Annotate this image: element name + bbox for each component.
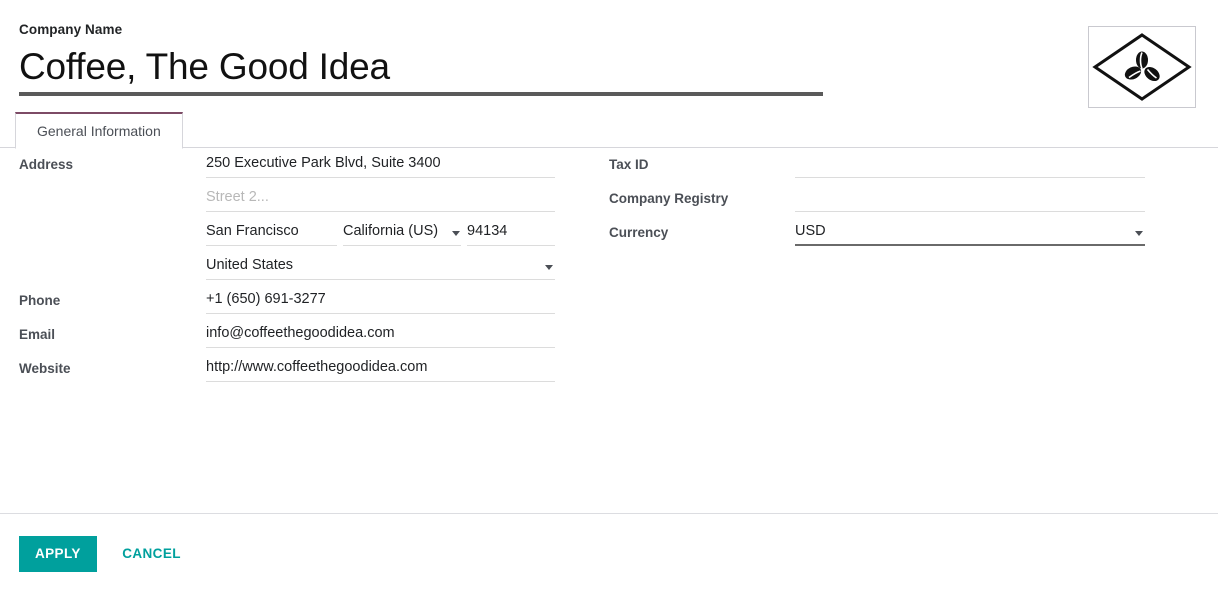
company-name-input[interactable]: Coffee, The Good Idea <box>19 44 823 90</box>
coffee-beans-diamond-logo-icon <box>1092 33 1192 101</box>
website-label: Website <box>19 361 71 376</box>
tab-bar: General Information <box>0 112 1218 149</box>
city-input[interactable]: San Francisco <box>206 220 337 246</box>
street1-input[interactable]: 250 Executive Park Blvd, Suite 3400 <box>206 152 555 178</box>
chevron-down-icon <box>452 231 460 236</box>
phone-label: Phone <box>19 293 61 308</box>
state-select-value: California (US) <box>343 223 439 239</box>
general-information-form: Address 250 Executive Park Blvd, Suite 3… <box>0 148 1218 466</box>
footer-actions: APPLY CANCEL <box>19 536 193 572</box>
country-row: United States <box>19 250 579 284</box>
company-name-field-wrap: Coffee, The Good Idea <box>19 44 823 96</box>
street2-row: Street 2... <box>19 182 579 216</box>
chevron-down-icon <box>1135 231 1143 236</box>
form-column-left: Address 250 Executive Park Blvd, Suite 3… <box>19 148 579 386</box>
state-select[interactable]: California (US) <box>343 220 461 246</box>
footer-divider <box>0 513 1218 514</box>
email-input[interactable]: info@coffeethegoodidea.com <box>206 322 555 348</box>
email-label: Email <box>19 327 56 342</box>
phone-input[interactable]: +1 (650) 691-3277 <box>206 288 555 314</box>
currency-select[interactable]: USD <box>795 220 1145 246</box>
tax-id-row: Tax ID <box>609 148 1169 182</box>
currency-label: Currency <box>609 225 669 240</box>
company-registry-row: Company Registry <box>609 182 1169 216</box>
cancel-button[interactable]: CANCEL <box>110 536 193 572</box>
chevron-down-icon <box>545 265 553 270</box>
company-logo[interactable] <box>1088 26 1196 108</box>
company-registry-label: Company Registry <box>609 191 729 206</box>
city-state-zip-row: San Francisco California (US) 94134 <box>19 216 579 250</box>
tax-id-input[interactable] <box>795 152 1145 178</box>
country-select[interactable]: United States <box>206 254 555 280</box>
form-column-right: Tax ID Company Registry Currency USD <box>609 148 1169 250</box>
currency-select-value: USD <box>795 223 826 239</box>
phone-row: Phone +1 (650) 691-3277 <box>19 284 579 318</box>
email-row: Email info@coffeethegoodidea.com <box>19 318 579 352</box>
tab-general-information[interactable]: General Information <box>15 112 183 149</box>
apply-button[interactable]: APPLY <box>19 536 97 572</box>
tax-id-label: Tax ID <box>609 157 649 172</box>
address-label: Address <box>19 157 74 172</box>
country-select-value: United States <box>206 257 294 273</box>
record-header: Company Name Coffee, The Good Idea <box>0 0 1218 108</box>
street2-input[interactable]: Street 2... <box>206 186 555 212</box>
currency-row: Currency USD <box>609 216 1169 250</box>
company-registry-input[interactable] <box>795 186 1145 212</box>
address-row: Address 250 Executive Park Blvd, Suite 3… <box>19 148 579 182</box>
website-input[interactable]: http://www.coffeethegoodidea.com <box>206 356 555 382</box>
website-row: Website http://www.coffeethegoodidea.com <box>19 352 579 386</box>
company-name-label: Company Name <box>19 22 123 37</box>
zip-input[interactable]: 94134 <box>467 220 555 246</box>
